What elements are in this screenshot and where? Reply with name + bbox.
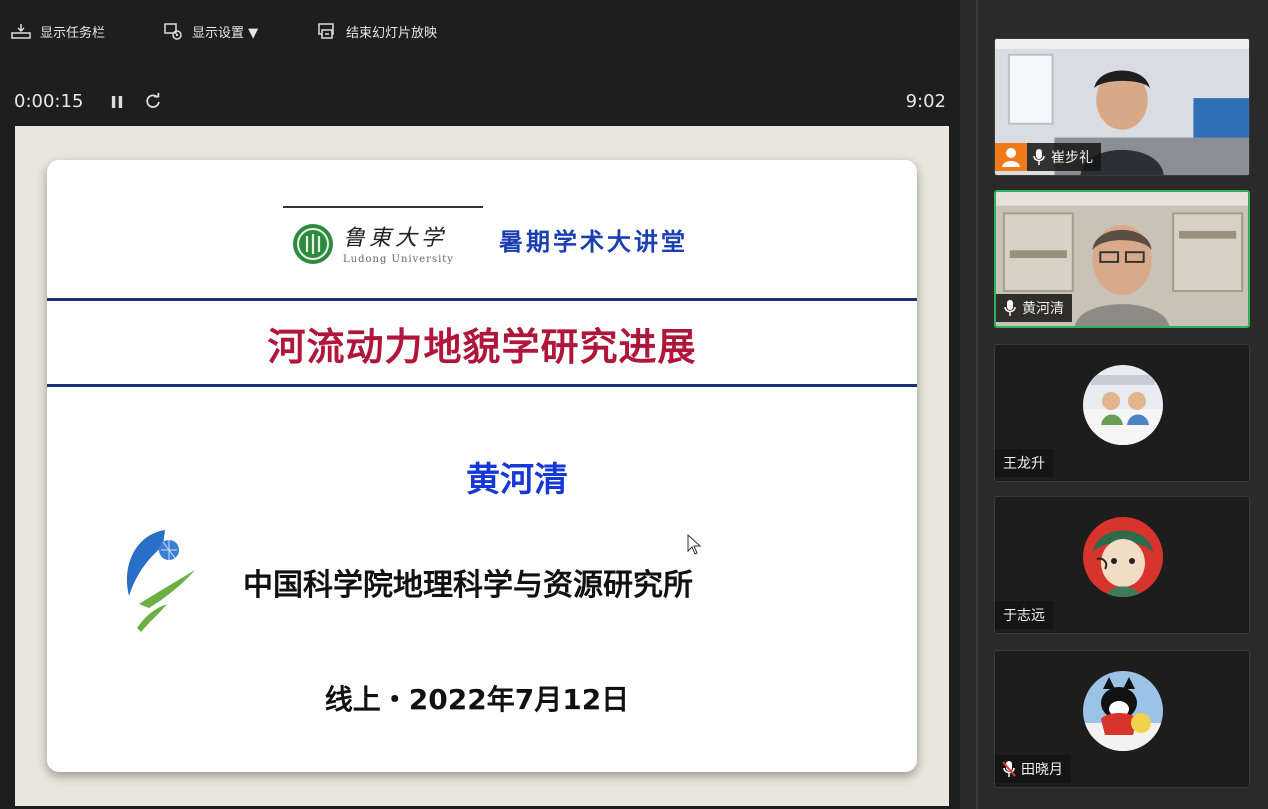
institution-logo-icon <box>126 530 195 632</box>
microphone-muted-icon <box>1002 761 1016 777</box>
participant-name: 王龙升 <box>1003 456 1045 472</box>
slide-title: 河流动力地貌学研究进展 <box>267 325 697 369</box>
avatar <box>1083 365 1163 445</box>
presenter-view: 显示任务栏 显示设置 ▼ 结束幻灯片放映 0:00:15 9:02 鲁東大学 L… <box>0 0 960 809</box>
avatar <box>1083 517 1163 597</box>
elapsed-time: 0:00:15 <box>14 91 84 112</box>
participants-panel: 崔步礼 黄河清 王龙升 于志远 田晓月 <box>960 0 1268 809</box>
clock-time: 9:02 <box>905 91 946 112</box>
end-slideshow-icon <box>318 23 334 39</box>
university-name: 鲁東大学 <box>343 226 448 251</box>
microphone-icon <box>1004 300 1016 316</box>
end-slideshow-button[interactable]: 结束幻灯片放映 <box>316 18 437 44</box>
participant-tile[interactable]: 田晓月 <box>994 650 1250 788</box>
reset-timer-button[interactable] <box>144 92 164 112</box>
show-taskbar-label: 显示任务栏 <box>40 25 106 41</box>
university-logo: 鲁東大学 Ludong University <box>283 206 483 278</box>
panel-divider <box>976 0 978 809</box>
participant-name-tag: 崔步礼 <box>995 143 1101 171</box>
participant-name-tag: 黄河清 <box>996 294 1072 322</box>
participant-tile[interactable]: 于志远 <box>994 496 1250 634</box>
end-slideshow-label: 结束幻灯片放映 <box>346 25 438 41</box>
title-rule-top <box>47 298 917 301</box>
participant-name: 田晓月 <box>1021 762 1063 778</box>
slide-frame: 鲁東大学 Ludong University 暑期学术大讲堂 河流动力地貌学研究… <box>15 126 949 806</box>
event-date-line: 线上・2022年7月12日 <box>324 683 630 716</box>
participant-name: 崔步礼 <box>1051 150 1093 166</box>
title-rule-bottom <box>47 384 917 387</box>
participant-name: 于志远 <box>1003 608 1045 624</box>
participant-name-tag: 于志远 <box>995 601 1053 629</box>
show-taskbar-button[interactable]: 显示任务栏 <box>10 18 105 44</box>
microphone-icon <box>1033 149 1045 165</box>
participant-name-tag: 王龙升 <box>995 449 1053 477</box>
participant-tile[interactable]: 崔步礼 <box>994 38 1250 176</box>
timer-bar: 0:00:15 9:02 <box>0 86 960 118</box>
participant-name-tag: 田晓月 <box>995 755 1071 783</box>
institution-name: 中国科学院地理科学与资源研究所 <box>243 568 693 603</box>
display-settings-button[interactable]: 显示设置 ▼ <box>162 18 258 44</box>
university-emblem-icon <box>293 224 333 264</box>
mouse-cursor-icon <box>687 534 702 555</box>
participant-name: 黄河清 <box>1022 301 1064 317</box>
participant-tile[interactable]: 王龙升 <box>994 344 1250 482</box>
avatar-image <box>1083 517 1163 597</box>
display-settings-icon <box>164 23 182 40</box>
speaker-name: 黄河清 <box>466 460 568 500</box>
display-settings-label: 显示设置 ▼ <box>192 25 259 41</box>
university-name-en: Ludong University <box>343 254 454 265</box>
current-slide[interactable]: 鲁東大学 Ludong University 暑期学术大讲堂 河流动力地貌学研究… <box>47 160 917 772</box>
host-icon <box>995 143 1027 171</box>
lecture-series-title: 暑期学术大讲堂 <box>499 227 688 256</box>
reset-icon <box>146 92 160 108</box>
pause-timer-button[interactable] <box>108 92 126 112</box>
avatar-image <box>1083 365 1163 445</box>
pause-icon <box>111 96 123 108</box>
taskbar-icon <box>11 24 31 39</box>
avatar-image <box>1083 671 1163 751</box>
avatar <box>1083 671 1163 751</box>
presenter-toolbar: 显示任务栏 显示设置 ▼ 结束幻灯片放映 <box>0 0 960 62</box>
participant-tile-active-speaker[interactable]: 黄河清 <box>994 190 1250 328</box>
